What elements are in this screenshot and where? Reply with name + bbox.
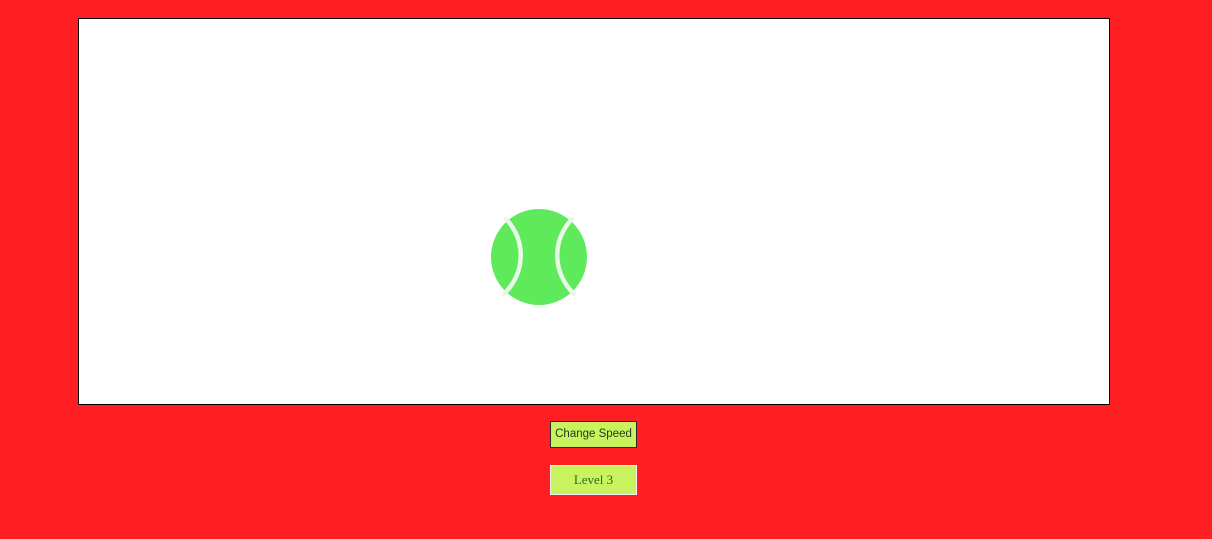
tennis-ball-icon bbox=[490, 208, 588, 306]
level-indicator: Level 3 bbox=[550, 465, 637, 495]
change-speed-button[interactable]: Change Speed bbox=[550, 421, 637, 448]
game-canvas bbox=[78, 18, 1110, 405]
